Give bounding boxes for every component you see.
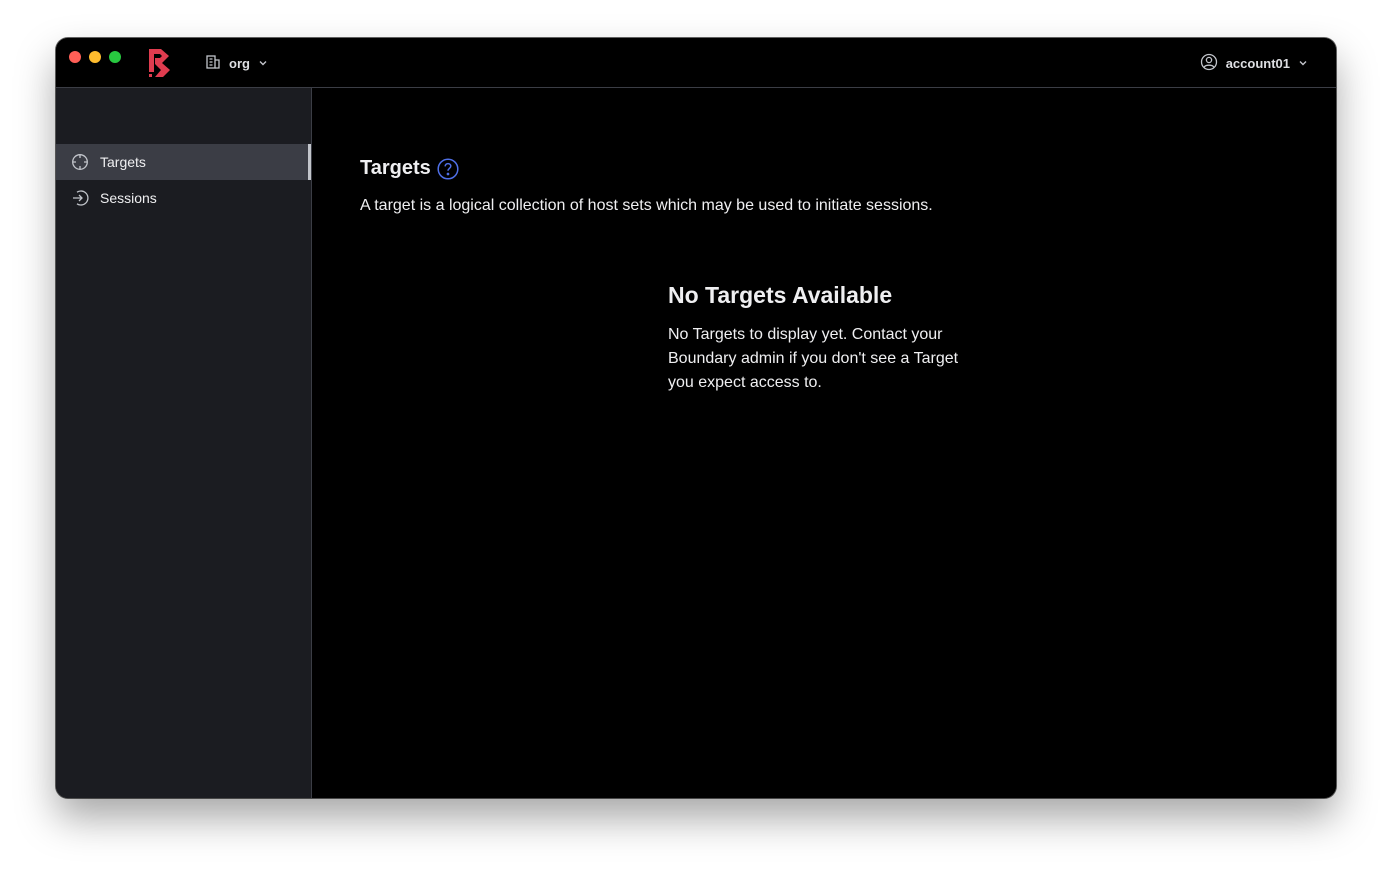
- empty-state-message: No Targets to display yet. Contact your …: [668, 326, 959, 391]
- user-circle-icon: [1200, 53, 1218, 74]
- boundary-logo: [147, 48, 173, 78]
- sidebar: Targets Sessions: [56, 88, 312, 798]
- sidebar-item-targets[interactable]: Targets: [56, 144, 311, 180]
- empty-state: No Targets Available No Targets to displ…: [668, 282, 978, 395]
- app-window: org account01 Targets Sessions Targets A…: [56, 38, 1336, 798]
- chevron-down-icon: [258, 55, 268, 71]
- building-icon: [205, 54, 221, 73]
- page-title: Targets: [360, 157, 431, 179]
- page-header: Targets: [360, 157, 459, 180]
- zoom-window-button[interactable]: [109, 51, 121, 63]
- sidebar-item-label: Targets: [100, 154, 146, 170]
- close-window-button[interactable]: [69, 51, 81, 63]
- crosshair-icon: [71, 153, 89, 171]
- chevron-down-icon: [1298, 56, 1308, 71]
- page-description: A target is a logical collection of host…: [360, 197, 933, 214]
- org-switcher[interactable]: org: [205, 53, 268, 73]
- sidebar-item-label: Sessions: [100, 190, 157, 206]
- main-content: Targets A target is a logical collection…: [312, 88, 1336, 798]
- entry-icon: [71, 189, 89, 207]
- title-bar: org account01: [56, 38, 1336, 88]
- help-circle-icon[interactable]: [437, 157, 459, 180]
- minimize-window-button[interactable]: [89, 51, 101, 63]
- org-label: org: [229, 55, 250, 71]
- user-menu[interactable]: account01: [1200, 53, 1308, 73]
- empty-state-heading: No Targets Available: [668, 282, 893, 308]
- sidebar-item-sessions[interactable]: Sessions: [56, 180, 311, 216]
- account-label: account01: [1225, 55, 1290, 71]
